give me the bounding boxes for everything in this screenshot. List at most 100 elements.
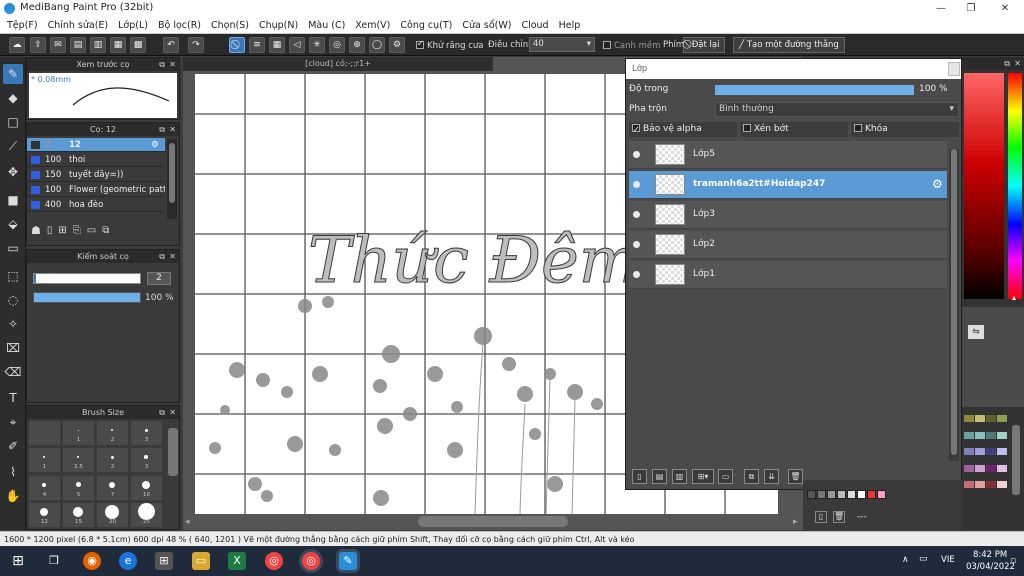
new-brush-icon[interactable]: ▯: [47, 225, 53, 236]
add-brush-icon[interactable]: ⊞: [58, 225, 66, 236]
windows-start-icon[interactable]: ⊞: [9, 552, 27, 570]
palette-swatch[interactable]: [986, 481, 996, 489]
snap-radial-icon[interactable]: ✳: [309, 37, 325, 53]
visibility-eye-icon[interactable]: [633, 241, 640, 248]
new-1bit-layer-icon[interactable]: ▥: [672, 469, 687, 484]
popout-icon[interactable]: ⧉: [159, 58, 165, 71]
notification-icon[interactable]: ▫: [1010, 556, 1016, 566]
menu-snap[interactable]: Chụp(N): [259, 20, 298, 31]
brush-size-cell[interactable]: 2: [97, 421, 128, 445]
file-explorer-icon[interactable]: ▭: [192, 552, 210, 570]
eyedropper-tool-icon[interactable]: ⌇: [3, 462, 23, 482]
palette-swatch[interactable]: [975, 448, 985, 456]
snap-circle-icon[interactable]: ◎: [329, 37, 345, 53]
scroll-thumb[interactable]: [951, 149, 957, 455]
lock-checkbox[interactable]: Khóa: [851, 122, 959, 137]
close-icon[interactable]: ✕: [169, 250, 176, 263]
new-layer-icon[interactable]: ▯: [632, 469, 647, 484]
task-view-icon[interactable]: ❐: [45, 552, 63, 570]
palette-swatch[interactable]: [964, 448, 974, 456]
brush-list-item[interactable]: 400 hoa đèo: [27, 198, 165, 212]
page-icon[interactable]: ▥: [90, 37, 106, 53]
clock-time[interactable]: 8:42 PM: [973, 550, 1007, 560]
visibility-eye-icon[interactable]: [633, 181, 640, 188]
canvas-tab[interactable]: [cloud] cỏ;-;;r1+: [183, 57, 493, 71]
layer-row[interactable]: Lớp1: [629, 261, 947, 289]
menu-layer[interactable]: Lớp(L): [118, 20, 148, 31]
network-icon[interactable]: ▭: [919, 554, 928, 564]
menu-file[interactable]: Tệp(F): [7, 20, 38, 31]
popout-icon[interactable]: ⧉: [159, 406, 165, 419]
brush-size-cell[interactable]: 10: [131, 475, 162, 500]
scroll-left-icon[interactable]: ◂: [185, 517, 190, 527]
brush-folder-icon[interactable]: ▭: [87, 225, 96, 236]
brush-size-scrollbar[interactable]: [168, 428, 178, 476]
store-icon[interactable]: ⊞: [155, 552, 173, 570]
snap-curve-icon[interactable]: ⊕: [349, 37, 365, 53]
popout-icon[interactable]: ⧉: [159, 123, 165, 136]
brush-list-scrollbar[interactable]: [167, 139, 177, 219]
visibility-eye-icon[interactable]: [633, 271, 640, 278]
brush-size-cell[interactable]: 1: [29, 448, 60, 473]
medibang-taskbar-icon[interactable]: ✎: [339, 552, 357, 570]
scroll-thumb[interactable]: [169, 143, 175, 203]
close-icon[interactable]: ✕: [169, 406, 176, 419]
palette-scrollbar[interactable]: [1012, 425, 1020, 495]
visibility-eye-icon[interactable]: [633, 211, 640, 218]
blend-mode-select[interactable]: Bình thường ▾: [715, 102, 959, 117]
palette-swatch[interactable]: [975, 415, 985, 422]
cloud-icon[interactable]: ☁: [9, 37, 25, 53]
copy-brush-icon[interactable]: ⎘: [73, 225, 81, 236]
protect-alpha-checkbox[interactable]: Bảo vệ alpha: [629, 122, 737, 137]
select-pen-icon[interactable]: ⌧: [3, 338, 23, 358]
select-rect-icon[interactable]: ⬚: [3, 266, 23, 286]
snap-vanish-icon[interactable]: ◁: [289, 37, 305, 53]
palette-swatch[interactable]: [997, 431, 1007, 439]
palette-swatch[interactable]: [817, 490, 826, 499]
palette-swatch[interactable]: [997, 464, 1007, 472]
palette-swatch[interactable]: [997, 481, 1007, 489]
palette-swatch[interactable]: [867, 490, 876, 499]
palette-swatch[interactable]: [986, 448, 996, 456]
reset-button[interactable]: ⃠ Đặt lại: [683, 37, 726, 53]
palette-swatch[interactable]: [964, 464, 974, 472]
add-palette-icon[interactable]: ▯: [815, 511, 827, 523]
hue-slider[interactable]: [1008, 73, 1022, 299]
select-lasso-icon[interactable]: ◌: [3, 290, 23, 310]
chrome-active-icon[interactable]: ◎: [302, 552, 320, 570]
brush-size-cell[interactable]: 12: [29, 502, 60, 527]
menu-edit[interactable]: Chỉnh sửa(E): [48, 20, 109, 31]
brush-list-item[interactable]: 100 Flower (geometric patt: [27, 183, 165, 197]
palette-swatch[interactable]: [986, 415, 996, 422]
palette-swatch[interactable]: [847, 490, 856, 499]
hue-marker-icon[interactable]: ▴: [1012, 293, 1016, 302]
brush-cloud-icon[interactable]: ☗: [31, 224, 41, 237]
hand-tool-icon[interactable]: ✋: [3, 486, 23, 506]
palette-swatch[interactable]: [877, 490, 886, 499]
menu-cloud[interactable]: Cloud: [521, 20, 548, 31]
dot-tool-icon[interactable]: □: [3, 112, 23, 132]
close-icon[interactable]: ✕: [169, 58, 176, 71]
menu-color[interactable]: Màu (C): [308, 20, 345, 31]
color-saturation-box[interactable]: [964, 73, 1004, 299]
popout-icon[interactable]: ⧉: [1004, 57, 1010, 70]
layer-row[interactable]: Lớp2: [629, 231, 947, 259]
layer-panel-title-bar[interactable]: Lớp: [626, 59, 961, 79]
brush-size-cell[interactable]: 25: [131, 502, 162, 527]
gear-icon[interactable]: ⚙: [932, 177, 943, 191]
brush-size-cell[interactable]: 3: [131, 421, 162, 445]
text-tool-icon[interactable]: T: [3, 388, 23, 408]
brush-size-cell[interactable]: 1: [63, 421, 94, 445]
snap-off-icon[interactable]: ⃠: [229, 37, 245, 53]
palette-swatch[interactable]: [975, 431, 985, 439]
duplicate-layer-icon[interactable]: ⧉: [744, 469, 759, 484]
scroll-right-icon[interactable]: ▸: [793, 517, 798, 527]
palette-swatch[interactable]: [986, 464, 996, 472]
palette-swatch[interactable]: [827, 490, 836, 499]
menu-view[interactable]: Xem(V): [355, 20, 390, 31]
clipping-checkbox[interactable]: Xén bớt: [740, 122, 848, 137]
layer-row[interactable]: tramanh6a2tt#Hoidap247 ⚙: [629, 171, 947, 199]
chat-icon[interactable]: ▤: [70, 37, 86, 53]
fill-shape-icon[interactable]: ■: [3, 190, 23, 210]
move-tool-icon[interactable]: ✥: [3, 162, 23, 182]
